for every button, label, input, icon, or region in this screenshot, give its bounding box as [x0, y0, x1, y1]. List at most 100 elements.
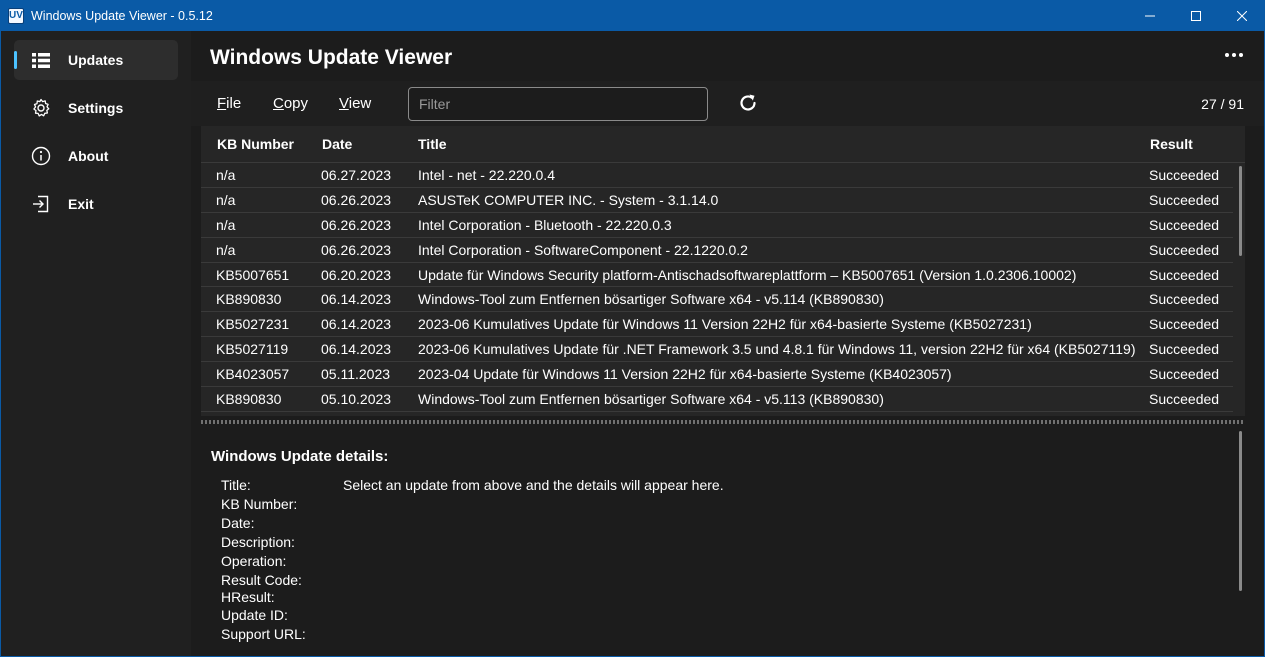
menu-label: ile	[226, 95, 242, 112]
cell-title: 2023-06 Kumulatives Update für .NET Fram…	[418, 341, 1136, 358]
cell-result: Succeeded	[1149, 191, 1220, 208]
detail-label-operation: Operation:	[221, 553, 287, 569]
details-placeholder: Select an update from above and the deta…	[343, 477, 724, 493]
cell-title: Update für Windows Security platform-Ant…	[418, 266, 1077, 283]
result-counter: 27 / 91	[1201, 96, 1244, 112]
sidebar-item-label: About	[68, 148, 109, 164]
detail-label-update-id: Update ID:	[221, 607, 288, 623]
table-row[interactable]: n/a 06.26.2023 Intel Corporation - Bluetoo…	[201, 213, 1233, 238]
detail-label-support-url: Support URL:	[221, 626, 306, 642]
cell-date: 06.26.2023	[321, 191, 392, 208]
main-content: Windows Update Viewer File Copy View 27 …	[191, 31, 1264, 656]
table-row[interactable]: KB4023057 05.11.2023 2023-04 Update für Wi…	[201, 362, 1233, 388]
window-title: Windows Update Viewer - 0.5.12	[31, 8, 213, 23]
cell-result: Succeeded	[1149, 241, 1220, 258]
menu-accel: C	[273, 95, 284, 112]
close-button[interactable]	[1219, 0, 1265, 31]
column-header-date[interactable]: Date	[322, 136, 352, 152]
cell-result: Succeeded	[1149, 167, 1220, 183]
details-title: Windows Update details:	[211, 448, 389, 465]
table-header: KB Number Date Title Result	[201, 126, 1245, 163]
cell-title: Windows-Tool zum Entfernen bösartiger So…	[418, 291, 884, 308]
cell-date: 06.20.2023	[321, 266, 392, 283]
cell-date: 06.14.2023	[321, 316, 392, 333]
app-logo-icon: UV	[8, 7, 24, 24]
table-scrollbar[interactable]	[1239, 166, 1242, 256]
table-row[interactable]: n/a 06.26.2023 ASUSTeK COMPUTER INC. - Sys…	[201, 188, 1233, 213]
details-scrollbar[interactable]	[1239, 431, 1242, 591]
maximize-icon	[1191, 10, 1201, 21]
table-body: n/a 06.27.2023 Intel - net - 22.220.0.4 Suc…	[201, 163, 1233, 412]
table-row[interactable]: n/a 06.26.2023 Intel Corporation - Softwar…	[201, 238, 1233, 263]
cell-title: Windows-Tool zum Entfernen bösartiger So…	[418, 391, 884, 408]
menu-accel: V	[339, 95, 349, 112]
cell-result: Succeeded	[1149, 216, 1220, 233]
cell-kb-number: n/a	[216, 216, 236, 233]
updates-table: KB Number Date Title Result n/a 06.27.202…	[201, 126, 1245, 416]
detail-label-title: Title:	[221, 477, 251, 493]
cell-result: Succeeded	[1149, 366, 1220, 383]
column-header-title[interactable]: Title	[418, 136, 447, 152]
more-options-button[interactable]	[1222, 49, 1246, 61]
file-menu[interactable]: File	[217, 95, 241, 112]
table-row[interactable]: n/a 06.27.2023 Intel - net - 22.220.0.4 Suc…	[201, 163, 1233, 188]
minimize-icon	[1145, 15, 1155, 16]
detail-label-hresult: HResult:	[221, 589, 275, 605]
pane-splitter[interactable]	[201, 420, 1245, 424]
refresh-icon	[740, 94, 756, 111]
table-row[interactable]: KB890830 05.10.2023 Windows-Tool zum Entfe…	[201, 387, 1233, 412]
table-row[interactable]: KB5027119 06.14.2023 2023-06 Kumulatives U…	[201, 337, 1233, 363]
title-bar: UV Windows Update Viewer - 0.5.12	[0, 0, 1265, 31]
close-icon	[1237, 10, 1247, 21]
cell-kb-number: KB890830	[216, 391, 282, 408]
cell-result: Succeeded	[1149, 291, 1220, 308]
cell-title: ASUSTeK COMPUTER INC. - System - 3.1.14.…	[418, 191, 719, 208]
sidebar-item-exit[interactable]: Exit	[14, 184, 178, 224]
cell-result: Succeeded	[1149, 341, 1220, 358]
cell-result: Succeeded	[1149, 316, 1220, 333]
cell-kb-number: n/a	[216, 167, 236, 183]
cell-date: 06.14.2023	[321, 341, 392, 358]
table-row[interactable]: KB890830 06.14.2023 Windows-Tool zum Entfe…	[201, 287, 1233, 313]
cell-result: Succeeded	[1149, 391, 1220, 408]
filter-input[interactable]	[408, 87, 708, 121]
sidebar-item-settings[interactable]: Settings	[14, 88, 178, 128]
cell-date: 05.10.2023	[321, 391, 392, 408]
sidebar-item-about[interactable]: About	[14, 136, 178, 176]
detail-label-kb-number: KB Number:	[221, 496, 298, 512]
table-row[interactable]: KB5027231 06.14.2023 2023-06 Kumulatives U…	[201, 312, 1233, 338]
cell-kb-number: KB5027231	[216, 316, 290, 333]
cell-date: 06.27.2023	[321, 167, 392, 183]
cell-date: 06.14.2023	[321, 291, 392, 308]
exit-icon	[30, 193, 52, 215]
details-pane: Windows Update details: Title: KB Number…	[201, 426, 1245, 656]
page-title: Windows Update Viewer	[210, 46, 453, 69]
cell-title: 2023-04 Update für Windows 11 Version 22…	[418, 366, 952, 383]
menu-label: opy	[283, 95, 309, 112]
list-icon	[30, 49, 52, 71]
cell-title: 2023-06 Kumulatives Update für Windows 1…	[418, 316, 1032, 333]
maximize-button[interactable]	[1173, 0, 1219, 31]
menu-accel: F	[217, 95, 227, 112]
cell-title: Intel Corporation - SoftwareComponent - …	[418, 241, 748, 258]
column-header-result[interactable]: Result	[1150, 136, 1193, 152]
sidebar: Updates Settings About Exit	[0, 31, 191, 657]
active-indicator	[14, 51, 17, 69]
sidebar-item-label: Settings	[68, 100, 124, 116]
copy-menu[interactable]: Copy	[273, 95, 308, 112]
cell-kb-number: KB4023057	[216, 366, 290, 383]
cell-kb-number: KB5027119	[216, 341, 289, 358]
sidebar-item-label: Updates	[68, 52, 124, 68]
cell-date: 06.26.2023	[321, 241, 392, 258]
window-controls	[1127, 0, 1265, 31]
dot	[1232, 53, 1236, 57]
cell-date: 05.11.2023	[321, 366, 391, 383]
view-menu[interactable]: View	[339, 95, 371, 112]
minimize-button[interactable]	[1127, 0, 1173, 31]
dot	[1239, 53, 1243, 57]
column-header-kb[interactable]: KB Number	[217, 136, 294, 152]
table-row[interactable]: KB5007651 06.20.2023 Update für Windows Se…	[201, 263, 1233, 288]
refresh-button[interactable]	[737, 92, 759, 114]
cell-title: Intel - net - 22.220.0.4	[418, 167, 555, 183]
sidebar-item-updates[interactable]: Updates	[14, 40, 178, 80]
